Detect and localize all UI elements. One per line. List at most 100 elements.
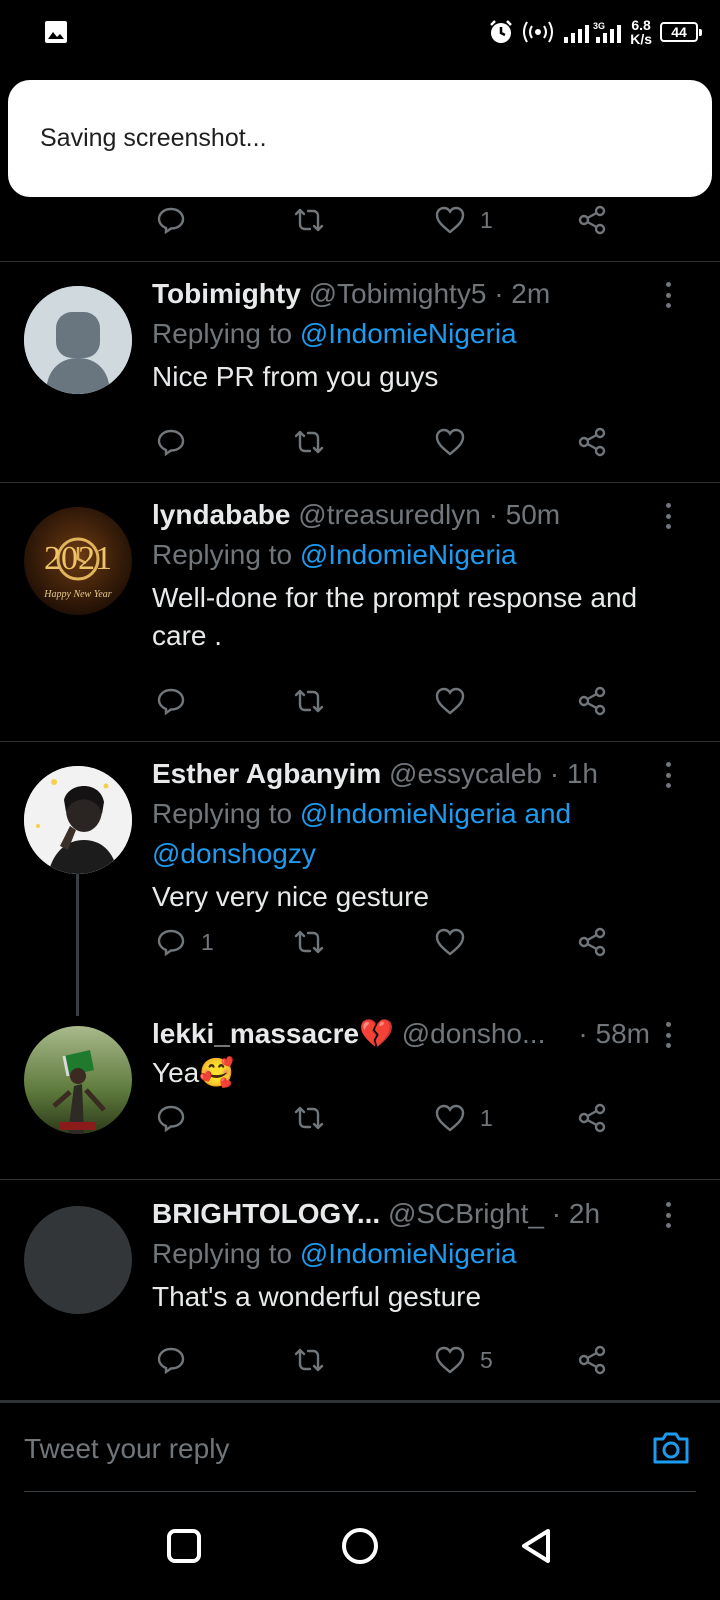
share-icon (578, 1345, 606, 1375)
like-button[interactable]: 1 (434, 190, 493, 250)
retweet-button[interactable] (293, 671, 325, 731)
svg-text:Happy New Year: Happy New Year (43, 589, 112, 600)
like-button[interactable]: 1 (434, 1088, 493, 1148)
saving-screenshot-toast: Saving screenshot... (8, 80, 712, 197)
handle[interactable]: @SCBright_ (388, 1198, 544, 1229)
like-icon (435, 1346, 465, 1374)
avatar[interactable] (24, 286, 132, 394)
avatar[interactable] (24, 1206, 132, 1314)
battery-icon: 44 (660, 22, 702, 42)
timestamp: · 50m (488, 499, 561, 530)
tweet-text: That's a wonderful gesture (152, 1281, 482, 1312)
like-button[interactable]: 5 (434, 1330, 493, 1390)
display-name[interactable]: BRIGHTOLOGY... (152, 1198, 380, 1229)
retweet-button[interactable] (293, 912, 325, 972)
default-avatar-icon (24, 286, 132, 394)
share-button[interactable] (576, 412, 608, 472)
profile-photo (24, 766, 132, 874)
replying-to-link[interactable]: @IndomieNigeria (300, 1238, 517, 1269)
like-button[interactable] (434, 412, 466, 472)
share-icon (578, 927, 606, 957)
timestamp: · 1h (549, 758, 598, 789)
tweet-header: lyndababe @treasuredlyn · 50m (152, 495, 680, 535)
like-icon (435, 928, 465, 956)
share-button[interactable] (576, 190, 608, 250)
timestamp: · 2m (494, 278, 551, 309)
share-button[interactable] (576, 1088, 608, 1148)
avatar[interactable]: 2021 Happy New Year (24, 507, 132, 615)
tweet-text: Well-done for the prompt response and ca… (152, 582, 638, 651)
tweet-brightology[interactable]: BRIGHTOLOGY... @SCBright_ · 2h Replying … (0, 1180, 720, 1402)
reply-composer[interactable]: Tweet your reply (0, 1402, 720, 1492)
handle[interactable]: @Tobimighty5 (309, 278, 487, 309)
like-button[interactable] (434, 671, 466, 731)
reply-button[interactable] (155, 671, 187, 731)
reply-icon (157, 429, 185, 457)
tweet-text: Nice PR from you guys (152, 361, 439, 392)
replying-to: Replying to @IndomieNigeria (152, 318, 517, 349)
share-button[interactable] (576, 671, 608, 731)
display-name[interactable]: Esther Agbanyim (152, 758, 381, 789)
display-name[interactable]: lyndababe (152, 499, 290, 530)
like-icon (435, 687, 465, 715)
like-icon (435, 428, 465, 456)
home-nav-icon[interactable] (340, 1526, 380, 1566)
reply-input[interactable]: Tweet your reply (24, 1433, 229, 1465)
retweet-icon (294, 1348, 324, 1372)
reply-button[interactable] (155, 1330, 187, 1390)
reply-icon (157, 1347, 185, 1375)
signal-icon: 3G (564, 21, 622, 43)
more-options-button[interactable] (656, 760, 680, 790)
reply-button[interactable]: 1 (155, 912, 214, 972)
more-options-button[interactable] (656, 501, 680, 531)
like-count: 5 (480, 1346, 493, 1373)
reply-icon (157, 929, 185, 957)
reply-icon (157, 688, 185, 716)
replying-to-link[interactable]: @IndomieNigeria (300, 318, 517, 349)
tweet-thread-esther[interactable]: Esther Agbanyim @essycaleb · 1h Replying… (0, 742, 720, 1180)
tweet-tobimighty[interactable]: Tobimighty @Tobimighty5 · 2m Replying to… (0, 262, 720, 483)
handle[interactable]: @treasuredlyn (298, 499, 481, 530)
display-name[interactable]: lekki_massacre💔 (152, 1018, 394, 1049)
more-icon (665, 282, 671, 287)
retweet-icon (294, 1106, 324, 1130)
reply-icon (157, 207, 185, 235)
gallery-icon (45, 21, 67, 43)
like-count: 1 (480, 206, 493, 233)
alarm-icon (490, 20, 513, 43)
like-button[interactable] (434, 912, 466, 972)
reply-button[interactable] (155, 1088, 187, 1148)
more-icon (665, 762, 671, 767)
more-options-button[interactable] (656, 280, 680, 310)
like-icon (435, 1104, 465, 1132)
recents-nav-icon[interactable] (164, 1526, 204, 1566)
tweet-header: Tobimighty @Tobimighty5 · 2m (152, 274, 680, 314)
more-options-button[interactable] (656, 1200, 680, 1230)
display-name[interactable]: Tobimighty (152, 278, 301, 309)
retweet-button[interactable] (293, 1088, 325, 1148)
replying-to-link[interactable]: @IndomieNigeria (300, 539, 517, 570)
share-icon (578, 205, 606, 235)
share-button[interactable] (576, 912, 608, 972)
tweet-text: Yea🥰 (152, 1057, 235, 1088)
share-icon (578, 686, 606, 716)
more-options-button[interactable] (656, 1020, 680, 1050)
share-button[interactable] (576, 1330, 608, 1390)
system-nav-bar (0, 1492, 720, 1600)
retweet-button[interactable] (293, 190, 325, 250)
reply-button[interactable] (155, 412, 187, 472)
tweet-lyndababe[interactable]: 2021 Happy New Year lyndababe @treasured… (0, 483, 720, 742)
replying-to: Replying to @IndomieNigeria (152, 1238, 517, 1269)
reply-button[interactable] (155, 190, 187, 250)
retweet-button[interactable] (293, 412, 325, 472)
retweet-button[interactable] (293, 1330, 325, 1390)
avatar[interactable] (24, 766, 132, 874)
retweet-icon (294, 689, 324, 713)
camera-icon[interactable] (650, 1427, 692, 1469)
tweet-text: Very very nice gesture (152, 881, 430, 912)
toast-text: Saving screenshot... (40, 124, 267, 152)
handle[interactable]: @donsho... (402, 1018, 546, 1049)
back-nav-icon[interactable] (516, 1526, 556, 1566)
timestamp: · 58m (578, 1018, 650, 1049)
handle[interactable]: @essycaleb (389, 758, 542, 789)
